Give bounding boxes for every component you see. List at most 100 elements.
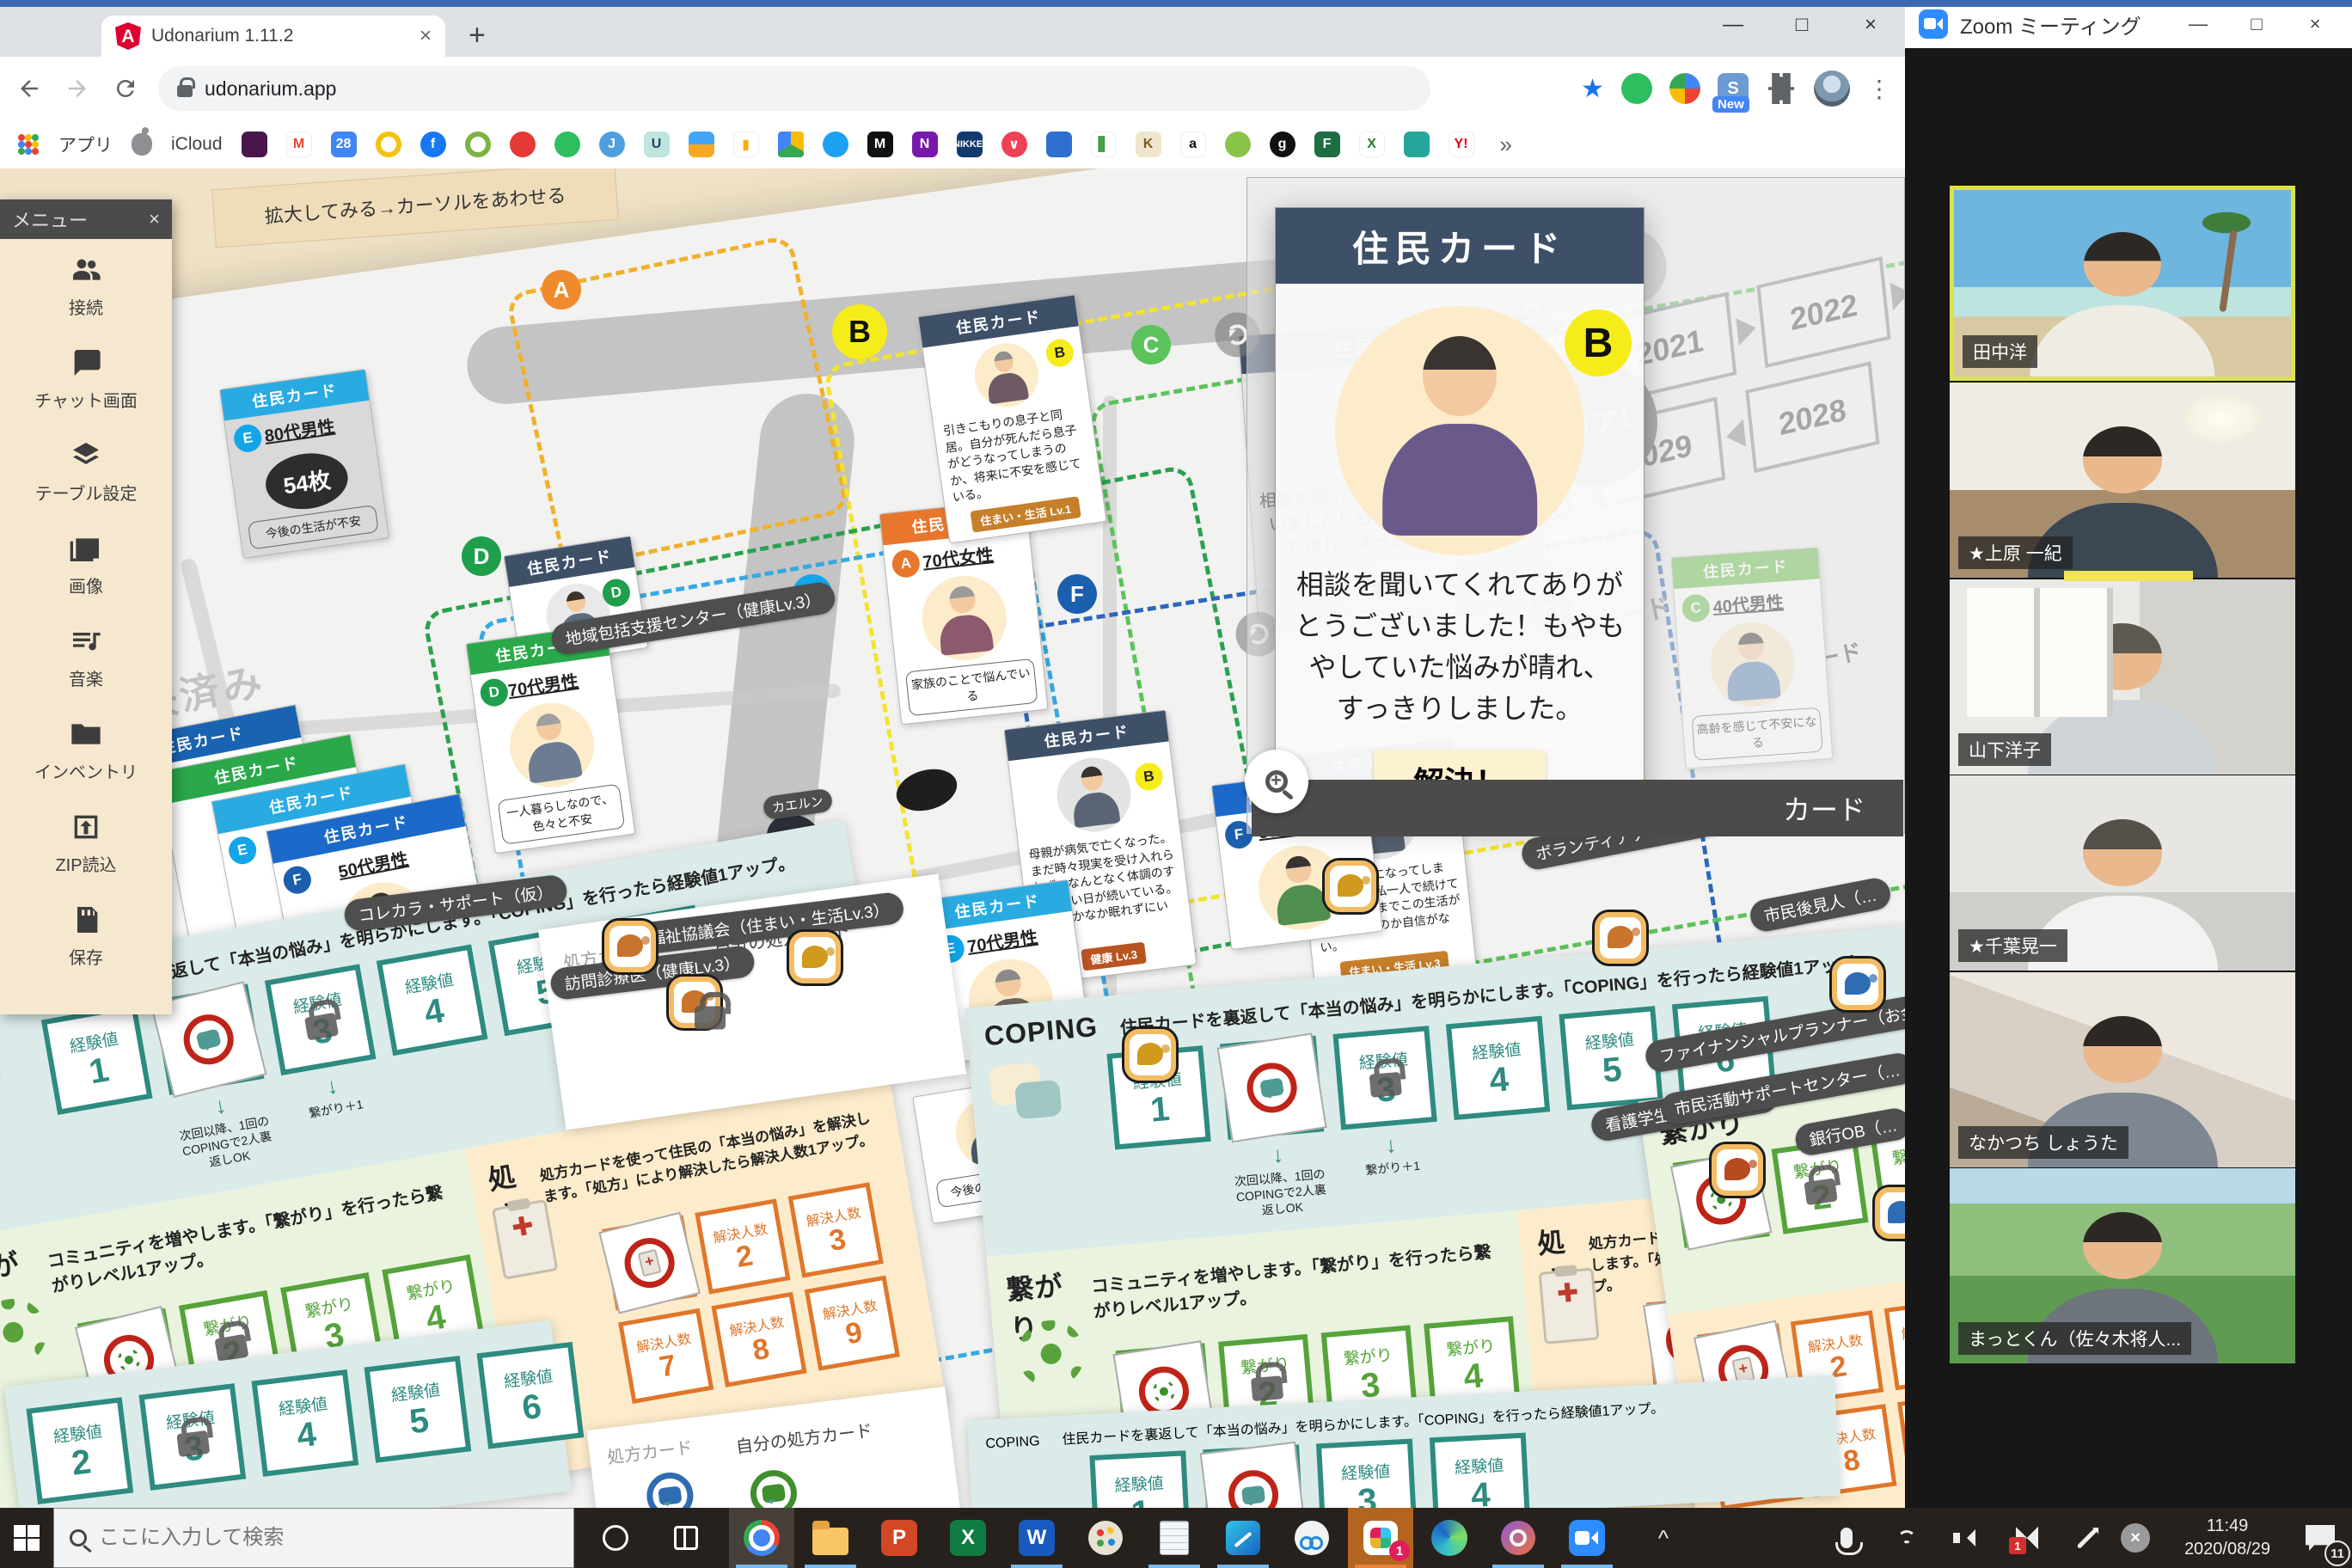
taskbar-search[interactable] [53, 1508, 574, 1568]
apps-grid-icon[interactable] [17, 133, 40, 156]
bookmark-x-icon[interactable]: X [1359, 132, 1385, 157]
resident-card-dialog[interactable]: 住民カード B 相談を聞いてくれてありが とうございました！もやも やしていた悩… [1275, 207, 1645, 821]
kaiketsu-box-9[interactable]: 解決人数9 [1897, 1391, 1905, 1484]
taskbar-slack[interactable]: 1 [1348, 1508, 1413, 1568]
zoom-titlebar[interactable]: Zoom ミーティング — □ × [1905, 0, 2352, 48]
kaiketsu-box-7[interactable]: 解決人数7 [618, 1308, 714, 1404]
video-tile-chiba[interactable]: ★千葉晃一 [1950, 775, 2295, 971]
close-button[interactable]: × [1836, 0, 1905, 50]
bookmark-amazon-icon[interactable]: a [1180, 132, 1206, 157]
kaiketsu-box-2[interactable]: 解決人数2 [695, 1198, 790, 1294]
bookmark-coins-icon[interactable] [1225, 132, 1251, 157]
zoom-maximize-button[interactable]: □ [2233, 13, 2280, 35]
video-tile-uehara[interactable]: ★上原 一紀 [1950, 383, 2295, 578]
forward-icon[interactable] [62, 73, 93, 104]
s-extension-icon[interactable]: SNew [1718, 73, 1749, 104]
bookmarks-overflow-icon[interactable]: » [1500, 132, 1512, 158]
video-tile-tanaka[interactable]: 田中洋 [1950, 186, 2295, 381]
browser-tab[interactable]: A Udonarium 1.11.2 × [101, 15, 445, 57]
bookmark-teacher-icon[interactable] [1404, 132, 1430, 157]
bookmark-f-icon[interactable]: F [1314, 132, 1340, 157]
taskbar-groove[interactable] [1485, 1508, 1551, 1568]
exp-box-3[interactable]: 経験値3 [1316, 1438, 1418, 1508]
evernote-extension-icon[interactable] [1621, 73, 1652, 104]
bookmark-yahoo-icon[interactable]: Y! [1449, 132, 1474, 157]
bookmark-star-icon[interactable]: ★ [1581, 74, 1604, 104]
menu-item-zip-load[interactable]: ZIP読込 [0, 796, 172, 889]
resident-card-d1[interactable]: 住民カード D 70代男性 一人暮らしなので、色々と不安 [466, 624, 636, 854]
kaiketsu-box-9[interactable]: 解決人数9 [805, 1276, 900, 1371]
exp-box-3[interactable]: 経験値3 [265, 964, 377, 1075]
zoom-minimize-button[interactable]: — [2175, 13, 2221, 35]
bookmark-analytics-icon[interactable]: ▮ [733, 132, 759, 157]
taskbar-paint[interactable] [1073, 1508, 1138, 1568]
profile-avatar[interactable] [1814, 70, 1850, 107]
bookmark-flower-icon[interactable] [510, 132, 536, 157]
exp-box-3[interactable]: 経験値3 [1332, 1026, 1436, 1130]
notification-center[interactable]: 11 [2292, 1508, 2349, 1568]
taskbar-clock[interactable]: 11:49 2020/08/29 [2163, 1508, 2292, 1568]
taskbar-zoom[interactable] [1554, 1508, 1620, 1568]
taskbar-notepad[interactable] [1142, 1508, 1207, 1568]
exp-box-1[interactable]: 経験値1 [41, 1003, 153, 1115]
bookmark-m-icon[interactable]: M [867, 132, 893, 157]
game-token[interactable] [1829, 956, 1886, 1013]
game-token[interactable] [602, 918, 658, 975]
taskbar-chrome[interactable] [729, 1508, 794, 1568]
coping-token-chip[interactable] [1217, 1032, 1327, 1142]
kaiketsu-box-1[interactable]: 解決人数1 [602, 1215, 697, 1310]
game-token[interactable] [1322, 858, 1379, 915]
prescription-token[interactable] [748, 1467, 799, 1508]
video-tile-yamashita[interactable]: 山下洋子 [1950, 579, 2295, 775]
menu-close-icon[interactable]: × [149, 208, 160, 230]
exp-box-4[interactable]: 経験値4 [1446, 1016, 1550, 1120]
bookmark-loop-icon[interactable] [376, 132, 401, 157]
exp-box-6[interactable]: 経験値6 [477, 1342, 585, 1449]
zoom-close-button[interactable]: × [2292, 13, 2338, 35]
bookmark-urbolab-icon[interactable]: U [644, 132, 670, 157]
bookmark-facebook-icon[interactable]: f [420, 132, 446, 157]
bookmark-g-icon[interactable]: g [1270, 132, 1295, 157]
tray-mic[interactable] [1819, 1508, 1874, 1568]
taskbar-snipping[interactable] [1279, 1508, 1344, 1568]
bookmark-drive-icon[interactable] [778, 132, 804, 157]
bookmark-onenote-icon[interactable]: N [912, 132, 938, 157]
kaiketsu-box-3[interactable]: 解決人数3 [788, 1182, 884, 1277]
color-wheel-extension-icon[interactable] [1669, 73, 1700, 104]
zoom-in-button[interactable] [1245, 750, 1308, 813]
exp-box-2[interactable]: 経験値2 [1220, 1036, 1324, 1140]
extensions-puzzle-icon[interactable] [1766, 73, 1797, 104]
taskbar-explorer[interactable] [798, 1508, 863, 1568]
refresh-icon[interactable] [110, 73, 141, 104]
task-view-button[interactable] [653, 1508, 719, 1568]
kaiketsu-box-8[interactable]: 解決人数8 [711, 1292, 806, 1387]
menu-item-music[interactable]: 音楽 [0, 610, 172, 703]
menu-item-connect[interactable]: 接続 [0, 239, 172, 332]
menu-item-inventory[interactable]: インベントリ [0, 703, 172, 796]
prescription-token[interactable] [644, 1470, 695, 1508]
bookmark-gmail-icon[interactable]: M [286, 132, 312, 157]
bookmark-nikkei-icon[interactable]: NIKKEI [957, 132, 983, 157]
taskbar-edge[interactable] [1417, 1508, 1482, 1568]
exp-box-4[interactable]: 経験値4 [1430, 1433, 1531, 1508]
sticky-note[interactable]: 拡大してみる→カーソルをあわせる [211, 168, 619, 248]
shohou-token-chip[interactable] [598, 1212, 701, 1314]
tray-pen[interactable] [2060, 1508, 2115, 1568]
taskbar-whiteboard[interactable] [1210, 1508, 1276, 1568]
taskbar-powerpoint[interactable]: P [867, 1508, 932, 1568]
bookmark-icloud[interactable]: iCloud [171, 134, 223, 155]
bookmark-kindle-icon[interactable]: K [1136, 132, 1161, 157]
game-token[interactable] [1592, 910, 1649, 966]
show-hidden-icons[interactable]: ^ [1633, 1508, 1694, 1568]
taskbar-excel[interactable]: X [935, 1508, 1001, 1568]
menu-item-chat[interactable]: チャット画面 [0, 332, 172, 425]
search-input[interactable] [99, 1526, 511, 1550]
kaiketsu-box-3[interactable]: 解決人数3 [1884, 1297, 1905, 1390]
bookmark-evernote-icon[interactable] [554, 132, 580, 157]
udonarium-table[interactable]: 拡大してみる→カーソルをあわせる A B C D E F 2020 2021 2… [0, 168, 1905, 1508]
browser-menu-icon[interactable]: ⋮ [1867, 75, 1891, 103]
game-token[interactable] [1872, 1185, 1905, 1241]
bookmark-apps[interactable]: アプリ [58, 132, 113, 157]
bookmark-calendar-icon[interactable]: 28 [331, 132, 357, 157]
video-tile-mattokun[interactable]: まっとくん（佐々木将人... [1950, 1168, 2295, 1363]
